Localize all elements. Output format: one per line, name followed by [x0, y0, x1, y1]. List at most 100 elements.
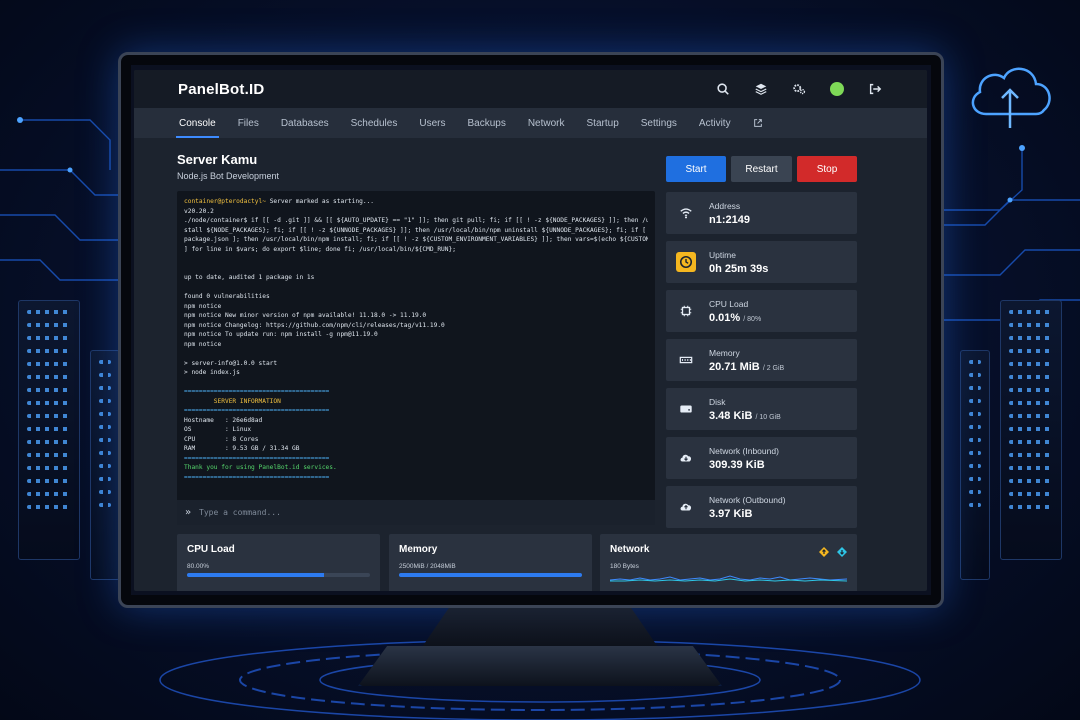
- stat-value-text: 3.97 KiB: [709, 507, 753, 520]
- layers-icon[interactable]: [753, 81, 769, 97]
- start-button[interactable]: Start: [666, 156, 726, 182]
- server-name: Server Kamu: [177, 152, 258, 167]
- graph-cpu-title: CPU Load: [187, 544, 235, 555]
- graph-memory-title: Memory: [399, 544, 438, 555]
- console-text: npm notice: [184, 302, 222, 310]
- command-input[interactable]: Type a command...: [199, 508, 281, 517]
- console-line: found 0 vulnerabilities: [184, 292, 648, 302]
- console-text: package.json ]; then /usr/local/bin/npm …: [184, 236, 648, 243]
- stat-value: 3.48 KiB / 10 GiB: [709, 410, 781, 422]
- chevron-right-icon: »: [185, 507, 192, 518]
- tab-activity[interactable]: Activity: [688, 108, 742, 138]
- console-text: stall ${NODE_PACKAGES}; fi; if [[ ! -z $…: [184, 226, 646, 234]
- console-text: npm notice Changelog: https://github.com…: [184, 321, 445, 329]
- restart-button[interactable]: Restart: [731, 156, 792, 182]
- console-text: v20.20.2: [184, 207, 214, 215]
- console-text: up to date, audited 1 package in 1s: [184, 274, 315, 281]
- external-link-icon[interactable]: [742, 108, 774, 138]
- stop-button[interactable]: Stop: [797, 156, 857, 182]
- upload-arrow-icon: [819, 544, 829, 557]
- console-prompt: container@pterodactyl~: [184, 198, 266, 205]
- stat-value: n1:2149: [709, 214, 750, 226]
- stat-unit: / 10 GiB: [755, 413, 781, 421]
- monitor-base: [358, 646, 722, 686]
- console-text: > server-info@1.0.0 start: [184, 359, 278, 367]
- network-sparkline: [609, 575, 848, 582]
- graph-cpu-bar: [187, 573, 370, 577]
- console-line: container@pterodactyl~ Server marked as …: [184, 197, 648, 207]
- console-text: =======================================: [184, 407, 330, 414]
- console-text: Thank you for using PanelBot.id services…: [184, 464, 337, 471]
- console-line: > server-info@1.0.0 start: [184, 359, 648, 369]
- stat-value: 20.71 MiB / 2 GiB: [709, 361, 784, 373]
- tab-databases[interactable]: Databases: [270, 108, 340, 138]
- server-description: Node.js Bot Development: [177, 171, 280, 181]
- graph-network: Network 180 Bytes: [600, 534, 857, 591]
- tab-files[interactable]: Files: [227, 108, 270, 138]
- stat-value: 3.97 KiB: [709, 508, 786, 520]
- graph-memory-fill: [399, 573, 582, 577]
- graph-network-title: Network: [610, 544, 650, 555]
- brand-logo[interactable]: PanelBot.ID: [178, 81, 264, 98]
- console-text: OS : Linux: [184, 426, 252, 433]
- stat-value: 309.39 KiB: [709, 459, 779, 471]
- server-rack-left-small: [90, 350, 120, 580]
- stat-unit: / 2 GiB: [762, 364, 785, 372]
- graph-network-value: 180 Bytes: [610, 563, 639, 570]
- logout-icon[interactable]: [867, 81, 883, 97]
- console-line: > node index.js: [184, 368, 648, 378]
- stat-label: Network (Outbound): [709, 494, 786, 505]
- console-line: =======================================: [184, 454, 648, 464]
- stat-value-text: 0.01%: [709, 311, 741, 324]
- wifi-icon: [676, 203, 696, 223]
- tab-settings[interactable]: Settings: [630, 108, 688, 138]
- tab-network[interactable]: Network: [517, 108, 576, 138]
- console-output[interactable]: container@pterodactyl~ Server marked as …: [177, 191, 655, 523]
- console-line: npm notice: [184, 340, 648, 350]
- tab-backups[interactable]: Backups: [456, 108, 516, 138]
- cloud-download-icon: [676, 448, 696, 468]
- monitor-stand: [420, 608, 660, 650]
- console-line: v20.20.2: [184, 207, 648, 217]
- console-text: CPU : 8 Cores: [184, 435, 259, 443]
- console-line: RAM : 9.53 GB / 31.34 GB: [184, 444, 648, 454]
- settings-gears-icon[interactable]: [791, 81, 807, 97]
- tab-console[interactable]: Console: [168, 108, 227, 138]
- top-bar: PanelBot.ID: [134, 70, 927, 108]
- stat-value-text: n1:2149: [709, 213, 750, 226]
- cloud-upload-icon: [971, 67, 1051, 128]
- console-text: npm notice: [184, 340, 222, 348]
- cloud-upload-icon: [676, 497, 696, 517]
- graph-memory-bar: [399, 573, 582, 577]
- tab-schedules[interactable]: Schedules: [340, 108, 409, 138]
- stat-label: Uptime: [709, 249, 736, 260]
- download-arrow-icon: [837, 544, 847, 557]
- console-text: ] for line in $vars; do export $line; do…: [184, 245, 456, 253]
- stat-value-text: 3.48 KiB: [709, 409, 753, 422]
- graph-cpu: CPU Load 80.00%: [177, 534, 380, 591]
- server-rack-right: [1000, 300, 1062, 560]
- server-rack-left: [18, 300, 80, 560]
- server-rack-right-small: [960, 350, 990, 580]
- stat-card: Disk 3.48 KiB / 10 GiB: [666, 388, 857, 430]
- cpu-icon: [676, 301, 696, 321]
- stat-label: CPU Load: [709, 298, 749, 309]
- avatar[interactable]: [829, 81, 845, 97]
- console-line: =======================================: [184, 473, 648, 483]
- console-text: npm notice To update run: npm install -g…: [184, 331, 378, 338]
- stat-label: Memory: [709, 347, 740, 358]
- console-line: ./node/container$ if [[ -d .git ]] && [[…: [184, 216, 648, 226]
- tab-startup[interactable]: Startup: [576, 108, 630, 138]
- command-bar: » Type a command...: [177, 500, 655, 525]
- clock-icon: [676, 252, 696, 272]
- stat-card: Memory 20.71 MiB / 2 GiB: [666, 339, 857, 381]
- console-text: Hostname : 26e6d8ad: [184, 416, 263, 424]
- console-text: npm notice New minor version of npm avai…: [184, 312, 427, 319]
- search-icon[interactable]: [715, 81, 731, 97]
- tab-users[interactable]: Users: [408, 108, 456, 138]
- console-text: =======================================: [184, 473, 330, 481]
